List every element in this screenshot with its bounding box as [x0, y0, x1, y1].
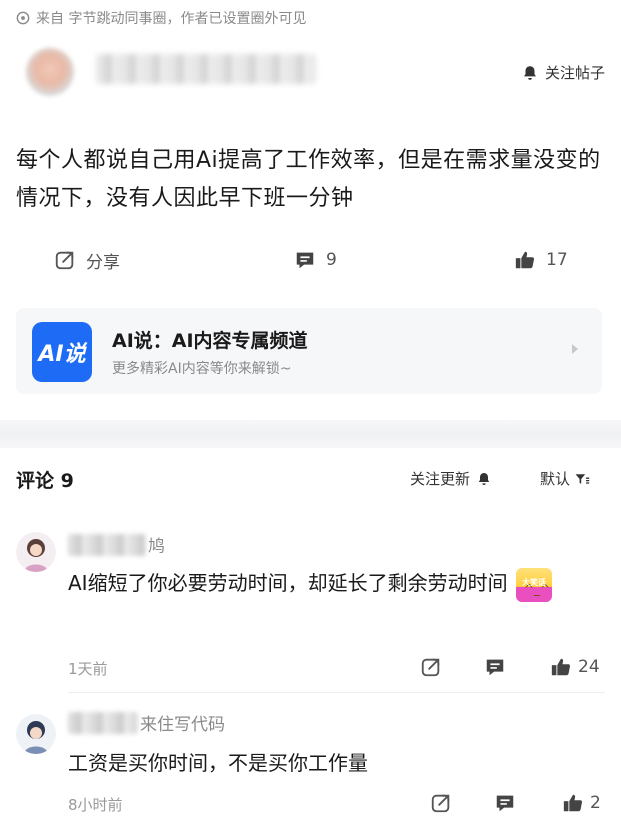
comment-text: AI缩短了你必要劳动时间，却延长了剩余劳动时间 ^_^ 大笑话 [68, 566, 598, 602]
commenter-name[interactable]: 鸠 [68, 532, 165, 557]
comment-like-count: 24 [578, 657, 600, 677]
thumbs-up-icon [551, 658, 571, 676]
comment-separator [68, 692, 605, 693]
channel-title: AI说：AI内容专属频道 [112, 330, 308, 352]
source-bar: 来自 字节跳动同事圈，作者已设置圈外可见 [16, 8, 306, 28]
author-avatar[interactable] [26, 48, 74, 96]
commenter-name[interactable]: 来住写代码 [68, 710, 225, 735]
source-text: 来自 字节跳动同事圈，作者已设置圈外可见 [36, 11, 307, 27]
thumbs-up-icon [563, 794, 583, 812]
info-circle-icon [16, 11, 30, 25]
share-icon[interactable] [420, 656, 442, 678]
comment-time: 8小时前 [68, 796, 123, 814]
commenter-name-blurred [68, 711, 138, 734]
share-icon[interactable] [430, 792, 452, 814]
comment-time: 1天前 [68, 660, 108, 678]
laughing-sticker: ^_^ 大笑话 [515, 567, 552, 602]
comment-icon [296, 252, 314, 269]
share-icon [55, 251, 74, 270]
commenter-avatar[interactable] [16, 532, 56, 572]
chevron-right-icon [572, 344, 578, 354]
post-content: 每个人都说自己用Ai提高了工作效率，但是在需求量没变的情况下，没有人因此早下班一… [16, 148, 601, 211]
comment-text: 工资是买你时间，不是买你工作量 [68, 751, 368, 775]
comment-like-button[interactable]: 24 [550, 656, 600, 678]
comment-button[interactable]: 9 [294, 244, 621, 276]
follow-post-button[interactable]: 关注帖子 [521, 62, 605, 83]
share-label: 分享 [86, 252, 120, 273]
avatar-illustration [16, 532, 56, 572]
comments-title: 评论 9 [16, 470, 74, 492]
bell-icon [524, 65, 536, 80]
commenter-name-blurred [68, 533, 146, 556]
sort-label: 默认 [540, 470, 571, 488]
post-action-row: 分享 9 17 [0, 244, 621, 276]
like-count: 17 [546, 250, 568, 270]
channel-card[interactable]: AI说 AI说：AI内容专属频道 更多精彩AI内容等你来解锁~ [16, 308, 602, 394]
commenter-name-visible: 来住写代码 [140, 715, 225, 735]
comments-header: 评论 9 关注更新 默认 [0, 466, 621, 496]
channel-subtitle: 更多精彩AI内容等你来解锁~ [112, 361, 292, 377]
sticker-label: 大笑话 [521, 577, 546, 587]
bell-icon [478, 472, 490, 485]
thumbs-up-icon [515, 251, 535, 269]
comment-like-count: 2 [590, 793, 601, 813]
comment-count: 9 [326, 250, 337, 270]
follow-post-label: 关注帖子 [544, 64, 605, 82]
follow-updates-button[interactable]: 关注更新 [410, 468, 492, 489]
comment-meta: 1天前 24 [68, 656, 605, 682]
author-name-blurred[interactable] [96, 54, 316, 84]
comment-text-content: AI缩短了你必要劳动时间，却延长了剩余劳动时间 [68, 571, 508, 595]
like-button[interactable]: 17 [514, 244, 568, 276]
follow-updates-label: 关注更新 [410, 470, 471, 488]
comment-like-button[interactable]: 2 [562, 792, 601, 814]
post-author-row: 关注帖子 [16, 48, 605, 104]
reply-icon[interactable] [494, 792, 516, 814]
avatar-illustration [16, 714, 56, 754]
share-button[interactable]: 分享 [54, 244, 120, 276]
channel-logo: AI说 [32, 322, 92, 382]
sort-button[interactable]: 默认 [540, 468, 590, 489]
section-divider [0, 420, 621, 448]
commenter-avatar[interactable] [16, 714, 56, 754]
commenter-name-visible: 鸠 [148, 537, 165, 557]
comment-meta: 8小时前 2 [68, 792, 605, 818]
filter-icon [575, 473, 590, 484]
reply-icon[interactable] [484, 656, 506, 678]
